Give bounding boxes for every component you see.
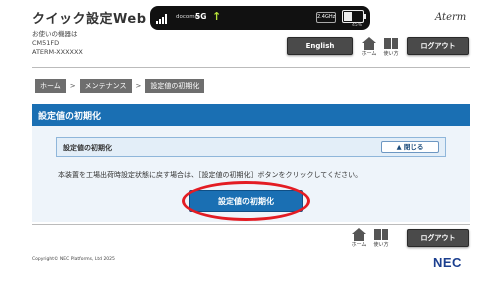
home-button-label: ホーム [361,51,377,57]
description-text: 本装置を工場出荷時設定状態に戻す場合は、［設定値の初期化］ボタンをクリックしてく… [58,171,363,179]
english-button[interactable]: English [287,37,353,55]
data-transfer-icon: ↑ [212,10,222,23]
brand-logo: Aterm [435,12,467,23]
header-divider [32,67,470,68]
breadcrumb-current: 設定値の初期化 [145,79,205,93]
chevron-up-icon: ▲ [396,143,402,151]
network-type: 5G [195,12,207,21]
wifi-band-badge: 2.4GHz [316,12,336,23]
device-model: CM51FD [32,39,60,47]
subsection-header: 設定値の初期化 ▲ 閉じる [56,137,446,157]
book-icon [371,228,391,241]
section-panel: 設定値の初期化 ▲ 閉じる 本装置を工場出荷時設定状態に戻す場合は、［設定値の初… [32,126,470,222]
signal-icon [156,14,170,24]
close-button-label: 閉じる [403,143,424,151]
page: クイック設定Web お使いの機器は CM51FD ATERM-XXXXXX do… [0,0,500,294]
manual-button-label: 使い方 [383,51,399,57]
device-id: ATERM-XXXXXX [32,48,83,56]
home-icon [359,37,379,50]
battery-level: 45% [351,23,362,28]
copyright-text: Copyright© NEC Platforms, Ltd 2025 [32,257,115,262]
breadcrumb-maintenance[interactable]: メンテナンス [79,79,132,93]
device-info-label: お使いの機器は [32,30,78,38]
close-button[interactable]: ▲ 閉じる [381,141,439,153]
device-info: お使いの機器は CM51FD ATERM-XXXXXX [32,30,83,57]
breadcrumb: ホーム > メンテナンス > 設定値の初期化 [35,79,205,93]
book-icon [381,37,401,50]
footer-manual-button[interactable]: 使い方 [371,228,391,248]
factory-reset-button[interactable]: 設定値の初期化 [189,190,303,212]
breadcrumb-separator: > [69,82,76,90]
footer-manual-label: 使い方 [373,242,389,248]
footer-divider [32,224,470,225]
breadcrumb-separator: > [135,82,142,90]
nec-logo: NEC [433,255,462,270]
footer-logout-button[interactable]: ログアウト [407,229,469,247]
footer-home-label: ホーム [351,242,367,248]
battery-icon [342,10,366,23]
manual-button[interactable]: 使い方 [381,37,401,57]
subsection-title: 設定値の初期化 [63,144,112,152]
section-title: 設定値の初期化 [32,104,470,126]
logout-button[interactable]: ログアウト [407,37,469,55]
home-icon [349,228,369,241]
footer-home-button[interactable]: ホーム [349,228,369,248]
breadcrumb-home[interactable]: ホーム [35,79,66,93]
app-title: クイック設定Web [32,12,147,27]
status-bar: docomo 5G ↑ 2.4GHz 45% [150,6,370,30]
home-button[interactable]: ホーム [359,37,379,57]
